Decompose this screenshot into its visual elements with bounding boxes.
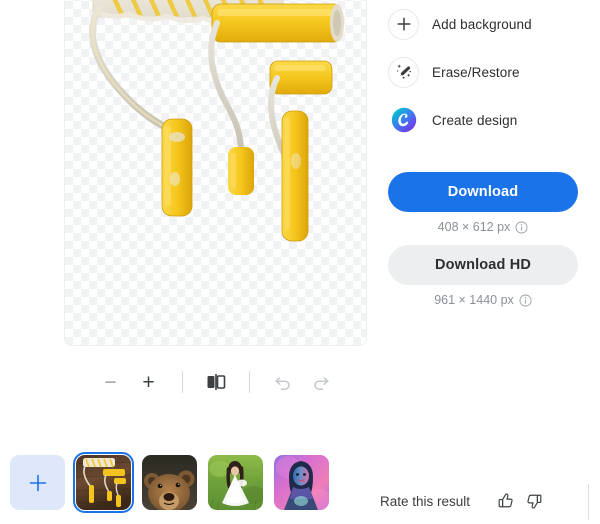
plus-icon — [29, 474, 46, 491]
download-hd-size-caption: 961 × 1440 px — [388, 293, 578, 307]
add-background-label: Add background — [432, 16, 532, 32]
info-circle-icon[interactable] — [515, 220, 528, 234]
paint-rollers-artwork — [65, 0, 366, 345]
magic-brush-icon — [388, 56, 419, 88]
create-design-label: Create design — [432, 112, 518, 128]
compare-before-after-button[interactable] — [197, 365, 235, 399]
thumbs-down-icon — [527, 494, 542, 509]
add-background-action[interactable]: Add background — [388, 0, 588, 48]
paint-rollers-thumbnail[interactable] — [73, 452, 134, 513]
neon-portrait-thumbnail[interactable] — [274, 455, 329, 510]
undo-button[interactable] — [264, 365, 302, 399]
minus-icon: − — [104, 370, 117, 394]
erase-restore-label: Erase/Restore — [432, 64, 520, 80]
thumbs-down-button[interactable] — [520, 487, 548, 515]
thumbnail-strip — [10, 452, 329, 513]
redo-arrow-icon — [313, 377, 329, 390]
zoom-out-button[interactable]: − — [92, 365, 130, 399]
right-edge-divider — [588, 484, 589, 520]
canva-logo-icon — [388, 104, 419, 136]
toolbar-divider-2 — [248, 371, 250, 393]
zoom-in-button[interactable]: + — [130, 365, 168, 399]
info-circle-icon[interactable] — [519, 293, 532, 307]
bear-thumbnail[interactable] — [142, 455, 197, 510]
right-action-panel: Add background Erase/Restore Create desi… — [388, 0, 588, 307]
download-hd-size-text: 961 × 1440 px — [434, 293, 514, 307]
girl-in-field-thumbnail[interactable] — [208, 455, 263, 510]
download-hd-button[interactable]: Download HD — [388, 245, 578, 285]
undo-arrow-icon — [274, 377, 290, 390]
download-section: Download 408 × 612 px Download HD 961 × … — [388, 172, 588, 307]
paint-rollers-graphic — [89, 0, 344, 242]
download-size-caption: 408 × 612 px — [388, 220, 578, 234]
create-design-action[interactable]: Create design — [388, 96, 588, 144]
redo-button[interactable] — [302, 365, 340, 399]
erase-restore-action[interactable]: Erase/Restore — [388, 48, 588, 96]
rate-this-result-label: Rate this result — [380, 493, 471, 509]
download-button[interactable]: Download — [388, 172, 578, 212]
thumbs-up-button[interactable] — [492, 487, 520, 515]
thumbs-up-icon — [498, 493, 513, 508]
toolbar-divider-1 — [181, 371, 183, 393]
plus-icon: + — [142, 370, 155, 394]
before-after-compare-icon — [207, 374, 225, 390]
image-preview-canvas[interactable] — [64, 0, 367, 346]
plus-icon — [388, 8, 419, 40]
canvas-toolbar: − + — [64, 362, 367, 402]
download-size-text: 408 × 612 px — [437, 220, 511, 234]
rate-result-row: Rate this result — [380, 487, 548, 515]
add-image-button[interactable] — [10, 455, 65, 510]
